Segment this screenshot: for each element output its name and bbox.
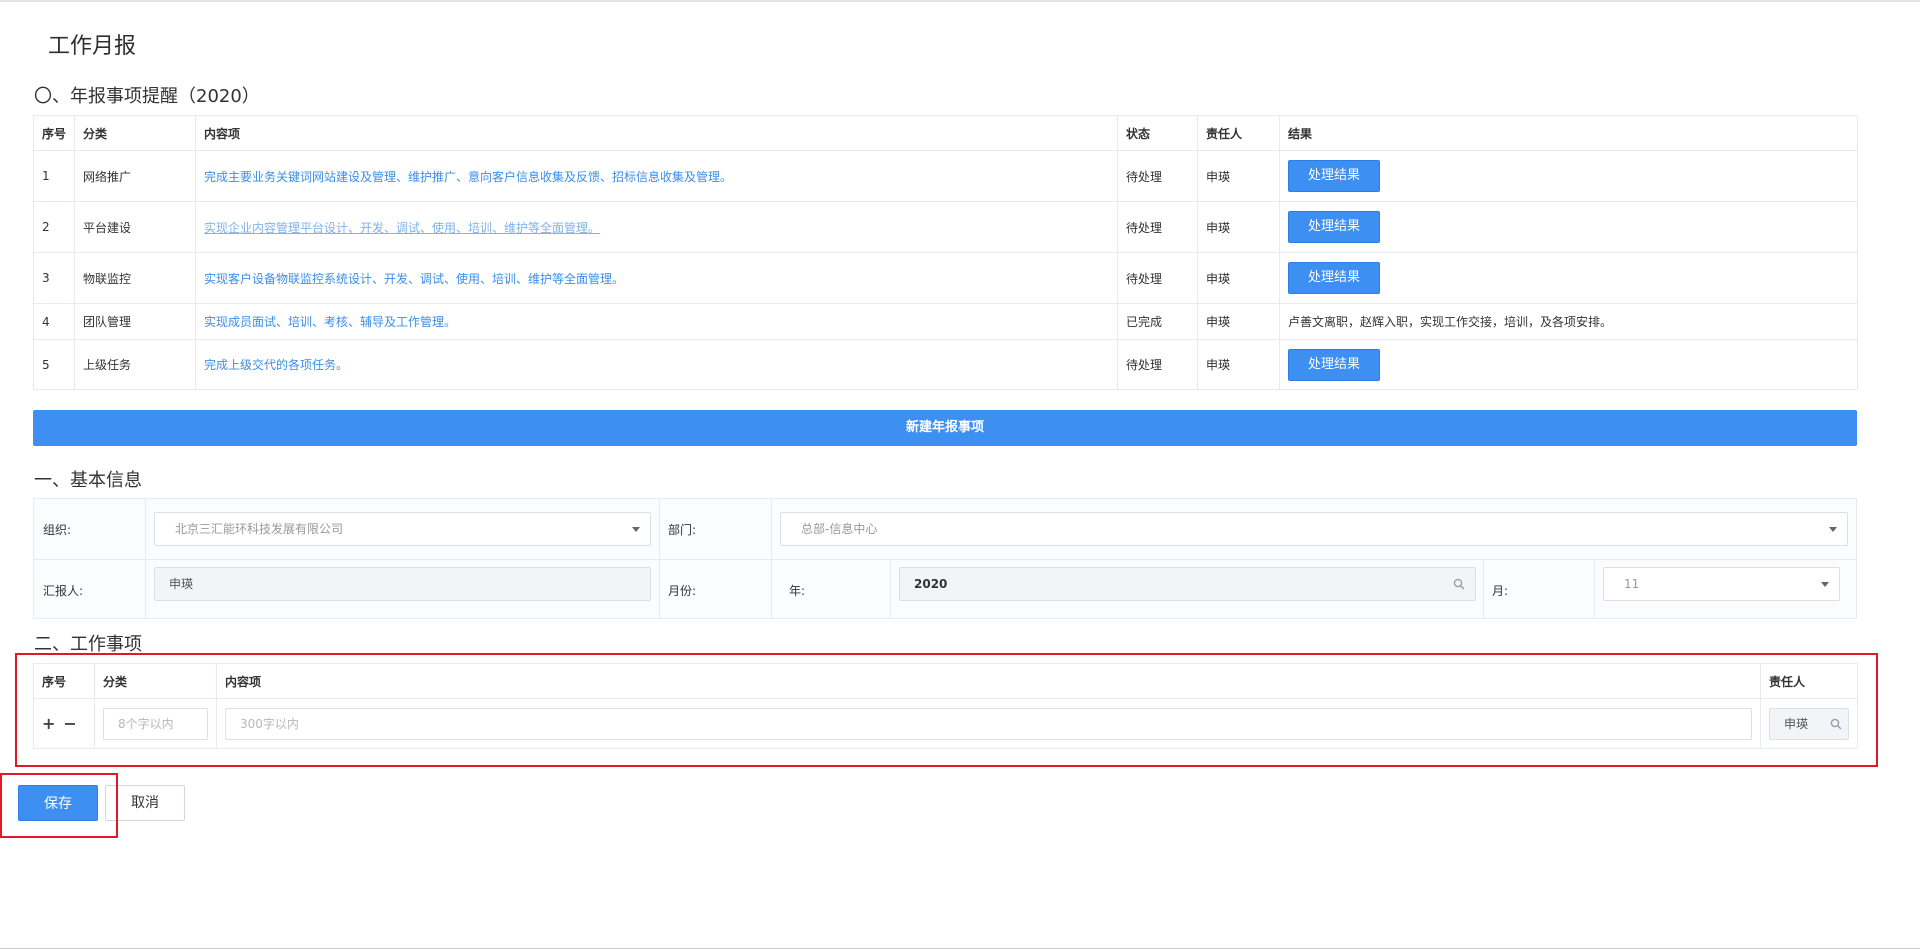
caret-down-icon bbox=[632, 527, 640, 532]
dept-select[interactable]: 总部-信息中心 bbox=[780, 512, 1848, 546]
table-row: 3 物联监控 实现客户设备物联监控系统设计、开发、调试、使用、培训、维护等全面管… bbox=[33, 252, 1858, 304]
row-owner: 申瑛 bbox=[1197, 303, 1280, 340]
row-owner: 申瑛 bbox=[1197, 252, 1280, 304]
reporter-field[interactable]: 申瑛 bbox=[154, 567, 651, 601]
highlight-frame-save bbox=[0, 773, 118, 838]
org-select[interactable]: 北京三汇能环科技发展有限公司 bbox=[154, 512, 651, 546]
year-label: 年: bbox=[789, 584, 806, 598]
row-status: 待处理 bbox=[1117, 339, 1198, 390]
bottom-border bbox=[0, 948, 1920, 949]
process-result-button[interactable]: 处理结果 bbox=[1288, 211, 1380, 243]
row-status: 待处理 bbox=[1117, 252, 1198, 304]
dept-label: 部门: bbox=[668, 523, 697, 537]
row-result-text: 卢善文离职，赵辉入职，实现工作交接，培训，及各项安排。 bbox=[1279, 303, 1858, 340]
divider bbox=[34, 559, 1856, 560]
table-row: 2 平台建设 实现企业内容管理平台设计、开发、调试、使用、培训、维护等全面管理。… bbox=[33, 201, 1858, 253]
row-result: 处理结果 bbox=[1279, 339, 1858, 390]
process-result-button[interactable]: 处理结果 bbox=[1288, 348, 1380, 381]
divider bbox=[659, 499, 660, 618]
row-no: 1 bbox=[33, 150, 75, 202]
header-no: 序号 bbox=[33, 115, 75, 151]
page-title: 工作月报 bbox=[48, 34, 137, 59]
row-no: 4 bbox=[33, 303, 75, 340]
row-content: 实现成员面试、培训、考核、辅导及工作管理。 bbox=[195, 303, 1118, 340]
row-status: 待处理 bbox=[1117, 150, 1198, 202]
new-annual-item-button[interactable]: 新建年报事项 bbox=[33, 410, 1857, 446]
top-border bbox=[0, 0, 1920, 2]
org-label: 组织: bbox=[43, 523, 72, 537]
header-category: 分类 bbox=[74, 115, 196, 151]
row-status: 已完成 bbox=[1117, 303, 1198, 340]
header-owner: 责任人 bbox=[1197, 115, 1280, 151]
row-owner: 申瑛 bbox=[1197, 150, 1280, 202]
reminder-table: 序号 分类 内容项 状态 责任人 结果 1 网络推广 完成主要业务关键词网站建设… bbox=[33, 115, 1858, 390]
reporter-label: 汇报人: bbox=[43, 584, 84, 598]
content-link[interactable]: 完成上级交代的各项任务。 bbox=[204, 358, 348, 372]
content-link[interactable]: 实现成员面试、培训、考核、辅导及工作管理。 bbox=[204, 315, 456, 329]
row-category: 平台建设 bbox=[74, 201, 196, 253]
content-link[interactable]: 完成主要业务关键词网站建设及管理、维护推广、意向客户信息收集及反馈、招标信息收集… bbox=[204, 170, 732, 184]
divider bbox=[1483, 559, 1484, 618]
row-status: 待处理 bbox=[1117, 201, 1198, 253]
row-content: 实现客户设备物联监控系统设计、开发、调试、使用、培训、维护等全面管理。 bbox=[195, 252, 1118, 304]
basic-info-section-title: 一、基本信息 bbox=[34, 470, 142, 491]
row-content: 完成主要业务关键词网站建设及管理、维护推广、意向客户信息收集及反馈、招标信息收集… bbox=[195, 150, 1118, 202]
dept-value: 总部-信息中心 bbox=[801, 522, 878, 536]
reminder-section-title: 〇、年报事项提醒（2020） bbox=[34, 86, 260, 107]
row-no: 5 bbox=[33, 339, 75, 390]
header-content: 内容项 bbox=[195, 115, 1118, 151]
table-row: 1 网络推广 完成主要业务关键词网站建设及管理、维护推广、意向客户信息收集及反馈… bbox=[33, 150, 1858, 202]
caret-down-icon bbox=[1821, 582, 1829, 587]
row-no: 3 bbox=[33, 252, 75, 304]
row-result: 处理结果 bbox=[1279, 201, 1858, 253]
row-category: 物联监控 bbox=[74, 252, 196, 304]
table-row: 5 上级任务 完成上级交代的各项任务。 待处理 申瑛 处理结果 bbox=[33, 339, 1858, 390]
process-result-button[interactable]: 处理结果 bbox=[1288, 262, 1380, 294]
year-field[interactable]: 2020 bbox=[899, 567, 1476, 601]
divider bbox=[771, 499, 772, 618]
month-select[interactable]: 11 bbox=[1603, 567, 1840, 601]
basic-info-form: 组织: 北京三汇能环科技发展有限公司 部门: 总部-信息中心 汇报人: 申瑛 月… bbox=[33, 498, 1857, 619]
process-result-button[interactable]: 处理结果 bbox=[1288, 160, 1380, 192]
divider bbox=[1594, 559, 1595, 618]
row-category: 团队管理 bbox=[74, 303, 196, 340]
mon-label: 月: bbox=[1492, 584, 1509, 598]
row-category: 上级任务 bbox=[74, 339, 196, 390]
search-icon[interactable] bbox=[1453, 578, 1465, 590]
divider bbox=[145, 499, 146, 618]
row-result: 处理结果 bbox=[1279, 150, 1858, 202]
row-content: 完成上级交代的各项任务。 bbox=[195, 339, 1118, 390]
year-value: 2020 bbox=[914, 577, 948, 591]
header-status: 状态 bbox=[1117, 115, 1198, 151]
row-owner: 申瑛 bbox=[1197, 339, 1280, 390]
row-category: 网络推广 bbox=[74, 150, 196, 202]
row-no: 2 bbox=[33, 201, 75, 253]
highlight-frame-work-items bbox=[15, 653, 1878, 767]
row-owner: 申瑛 bbox=[1197, 201, 1280, 253]
divider bbox=[890, 559, 891, 618]
row-result: 处理结果 bbox=[1279, 252, 1858, 304]
reminder-header-row: 序号 分类 内容项 状态 责任人 结果 bbox=[33, 115, 1858, 151]
content-link[interactable]: 实现客户设备物联监控系统设计、开发、调试、使用、培训、维护等全面管理。 bbox=[204, 272, 624, 286]
header-result: 结果 bbox=[1279, 115, 1858, 151]
table-row: 4 团队管理 实现成员面试、培训、考核、辅导及工作管理。 已完成 申瑛 卢善文离… bbox=[33, 303, 1858, 340]
content-link[interactable]: 实现企业内容管理平台设计、开发、调试、使用、培训、维护等全面管理。 bbox=[204, 221, 600, 235]
caret-down-icon bbox=[1829, 527, 1837, 532]
row-content: 实现企业内容管理平台设计、开发、调试、使用、培训、维护等全面管理。 bbox=[195, 201, 1118, 253]
month-value: 11 bbox=[1624, 577, 1640, 591]
org-value: 北京三汇能环科技发展有限公司 bbox=[175, 522, 344, 536]
month-label: 月份: bbox=[668, 584, 697, 598]
